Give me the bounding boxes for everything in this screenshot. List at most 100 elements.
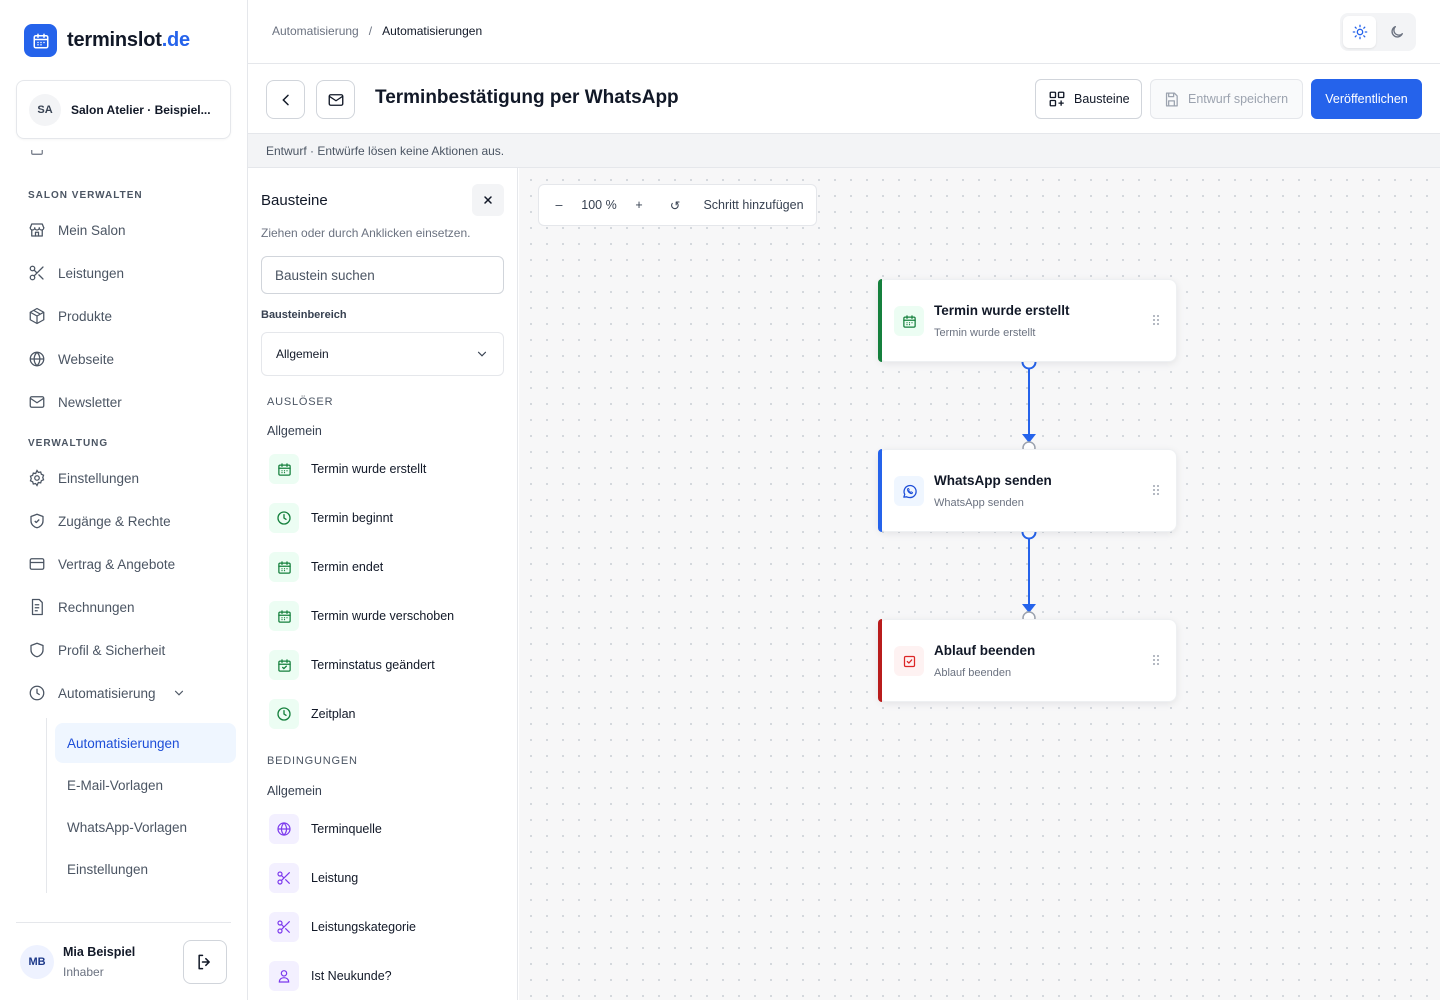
sidebar-item-webseite[interactable]: Webseite (16, 340, 236, 378)
dark-mode-button[interactable] (1380, 16, 1413, 48)
publish-button[interactable]: Veröffentlichen (1311, 79, 1422, 119)
save-draft-button[interactable]: Entwurf speichern (1150, 79, 1303, 119)
sidebar-item-label: Profil & Sicherheit (58, 642, 166, 658)
node-subtitle: Termin wurde erstellt (934, 327, 1036, 339)
sidebar-subitem-email-vorlagen[interactable]: E-Mail-Vorlagen (55, 765, 236, 805)
avatar: MB (20, 945, 54, 979)
back-button[interactable] (266, 80, 305, 119)
store-icon (28, 221, 46, 239)
drag-handle-icon[interactable] (1152, 654, 1160, 666)
salon-switcher[interactable]: SA Salon Atelier · Beispiel... (16, 80, 231, 139)
chevron-down-icon (475, 347, 489, 361)
sidebar: terminslot.de SA Salon Atelier · Beispie… (0, 0, 248, 1000)
block-label: Ist Neukunde? (311, 969, 392, 983)
blocks-add-icon (1048, 90, 1066, 108)
mail-button[interactable] (316, 80, 355, 119)
mail-icon (327, 91, 345, 109)
sidebar-item-zugaenge[interactable]: Zugänge & Rechte (16, 502, 236, 540)
breadcrumb-parent[interactable]: Automatisierung (272, 24, 359, 38)
calendar-icon (269, 601, 299, 631)
node-accent-bar (878, 619, 882, 702)
sidebar-item-automatisierung[interactable]: Automatisierung (16, 674, 236, 712)
logout-button[interactable] (183, 940, 227, 984)
triggers-title: AUSLÖSER (267, 396, 334, 408)
sidebar-item-produkte[interactable]: Produkte (16, 297, 236, 335)
logo[interactable]: terminslot.de (24, 24, 190, 57)
drag-handle-icon[interactable] (1152, 484, 1160, 496)
block-label: Zeitplan (311, 707, 356, 721)
check-square-icon (894, 646, 924, 676)
sidebar-item-vertrag[interactable]: Vertrag & Angebote (16, 545, 236, 583)
light-mode-button[interactable] (1343, 16, 1376, 48)
sidebar-item-leistungen[interactable]: Leistungen (16, 254, 236, 292)
block-termin-verschoben[interactable]: Termin wurde verschoben (269, 599, 454, 633)
logo-text: terminslot.de (67, 29, 190, 51)
calendar-icon (269, 552, 299, 582)
save-draft-label: Entwurf speichern (1188, 92, 1289, 106)
breadcrumb-separator: / (368, 24, 373, 38)
block-leistungskategorie[interactable]: Leistungskategorie (269, 910, 416, 944)
user-role: Inhaber (63, 965, 104, 979)
sidebar-item-newsletter[interactable]: Newsletter (16, 383, 236, 421)
chevron-left-icon (278, 92, 294, 108)
calendar-icon (269, 454, 299, 484)
bausteine-button[interactable]: Bausteine (1035, 79, 1142, 119)
block-label: Leistung (311, 871, 359, 885)
whatsapp-icon (894, 476, 924, 506)
shield-check-icon (28, 641, 46, 659)
flow-node-action[interactable]: WhatsApp senden WhatsApp senden (878, 449, 1177, 532)
close-panel-button[interactable] (472, 184, 504, 216)
block-terminquelle[interactable]: Terminquelle (269, 812, 382, 846)
block-zeitplan[interactable]: Zeitplan (269, 697, 355, 731)
node-subtitle: WhatsApp senden (934, 497, 1024, 509)
logout-icon (195, 952, 215, 972)
salon-avatar: SA (29, 93, 61, 126)
area-select[interactable]: Allgemein (261, 332, 504, 376)
clock-icon (28, 684, 46, 702)
sidebar-item-label: Newsletter (58, 394, 122, 410)
flow-node-end[interactable]: Ablauf beenden Ablauf beenden (878, 619, 1177, 702)
chevron-down-icon (172, 686, 186, 700)
user-name: Mia Beispiel (63, 945, 136, 959)
bausteine-button-label: Bausteine (1074, 92, 1130, 106)
sidebar-item-label: Vertrag & Angebote (58, 556, 176, 572)
top-bar: Automatisierung / Automatisierungen (248, 0, 1440, 64)
sidebar-item-label: Automatisierung (58, 685, 156, 701)
drag-handle-icon[interactable] (1152, 314, 1160, 326)
block-leistung[interactable]: Leistung (269, 861, 358, 895)
block-ist-neukunde[interactable]: Ist Neukunde? (269, 959, 392, 993)
calendar-logo-icon (24, 24, 57, 57)
sidebar-item-label: Rechnungen (58, 599, 135, 615)
flow-node-trigger[interactable]: Termin wurde erstellt Termin wurde erste… (878, 279, 1177, 362)
gear-icon (28, 469, 46, 487)
block-terminstatus[interactable]: Terminstatus geändert (269, 648, 435, 682)
sidebar-subitem-whatsapp-vorlagen[interactable]: WhatsApp-Vorlagen (55, 807, 236, 847)
block-termin-erstellt[interactable]: Termin wurde erstellt (269, 452, 426, 486)
editor-header: Terminbestätigung per WhatsApp Bausteine… (248, 64, 1440, 134)
block-search-input[interactable] (261, 256, 504, 294)
sidebar-subitem-einstellungen[interactable]: Einstellungen (55, 849, 236, 889)
node-title: Ablauf beenden (934, 643, 1036, 658)
sidebar-item-label: Einstellungen (58, 470, 140, 486)
sidebar-item-einstellungen[interactable]: Einstellungen (16, 459, 236, 497)
sun-icon (1352, 24, 1368, 40)
sidebar-item-label: Mein Salon (58, 222, 126, 238)
block-label: Terminstatus geändert (311, 658, 435, 672)
block-termin-beginnt[interactable]: Termin beginnt (269, 501, 393, 535)
flow-canvas[interactable]: – 100 % + ↺ Schritt hinzufügen Termin wu… (519, 168, 1440, 1000)
block-termin-endet[interactable]: Termin endet (269, 550, 383, 584)
area-label: Bausteinbereich (261, 309, 347, 321)
sidebar-item-rechnungen[interactable]: Rechnungen (16, 588, 236, 626)
salon-name: Salon Atelier · Beispiel... (71, 102, 211, 117)
shield-icon (28, 512, 46, 530)
calendar-icon (894, 306, 924, 336)
conditions-subtitle: Allgemein (267, 784, 322, 798)
divider (16, 922, 231, 923)
user-icon (269, 961, 299, 991)
breadcrumb-current: Automatisierungen (382, 24, 483, 38)
bausteine-panel: Bausteine Ziehen oder durch Anklicken ei… (248, 168, 518, 1000)
sidebar-item-mein-salon[interactable]: Mein Salon (16, 211, 236, 249)
sidebar-subitem-automatisierungen[interactable]: Automatisierungen (55, 723, 236, 763)
node-accent-bar (878, 279, 882, 362)
sidebar-item-profil[interactable]: Profil & Sicherheit (16, 631, 236, 669)
